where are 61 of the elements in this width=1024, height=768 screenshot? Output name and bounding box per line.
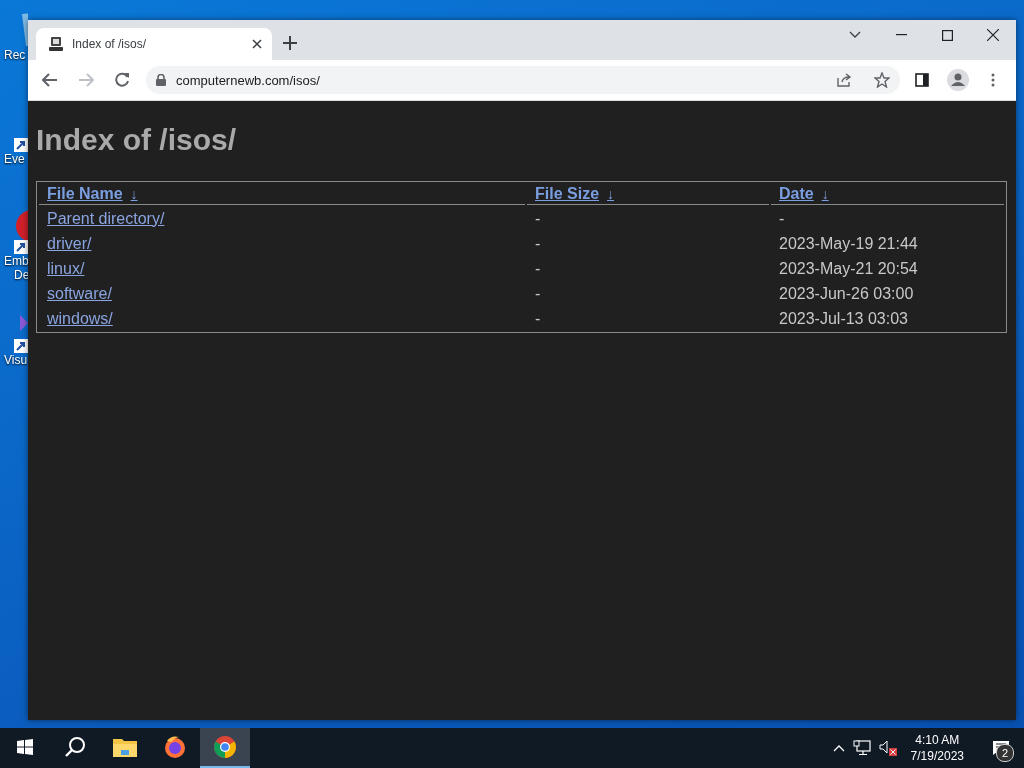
directory-link[interactable]: software/ [47, 284, 112, 302]
maximize-icon[interactable] [941, 29, 953, 41]
desktop-icon-label: De [13, 268, 30, 282]
network-icon[interactable] [852, 740, 871, 756]
page-heading: Index of /isos/ [36, 123, 238, 157]
search-icon[interactable] [64, 736, 86, 758]
reload-icon[interactable] [114, 72, 130, 88]
column-header-link[interactable]: File Name [47, 185, 123, 202]
app-shortcut-icon[interactable] [12, 315, 28, 353]
address-bar[interactable]: computernewb.com/isos/ [146, 66, 900, 94]
volume-muted-icon[interactable] [878, 740, 897, 756]
file-size: - [535, 284, 541, 302]
new-tab-icon[interactable] [283, 36, 297, 50]
back-arrow-icon[interactable] [42, 73, 58, 87]
minimize-icon[interactable] [895, 34, 907, 36]
url-text: computernewb.com/isos/ [176, 72, 321, 88]
notification-count: 2 [996, 744, 1014, 762]
firefox-icon[interactable] [163, 735, 187, 759]
column-header-link[interactable]: File Size [535, 185, 600, 202]
windows-logo-icon[interactable] [17, 739, 33, 755]
file-size: - [535, 309, 541, 327]
lock-icon [156, 74, 166, 86]
sort-link[interactable]: ↓ [821, 186, 829, 202]
profile-avatar-icon[interactable] [947, 69, 969, 91]
date-text: 7/19/2023 [910, 748, 964, 764]
modified-date: 2023-Jun-26 03:00 [779, 284, 914, 302]
column-header-link[interactable]: Date [779, 185, 814, 202]
star-icon[interactable] [874, 72, 890, 88]
desktop-icon-label: Rec [3, 48, 26, 62]
notification-button[interactable]: 2 [978, 728, 1024, 768]
sort-link[interactable]: ↓ [607, 186, 615, 202]
clock[interactable]: 4:10 AM 7/19/2023 [904, 732, 970, 764]
desktop-icon-label: Visu [3, 353, 28, 367]
side-panel-icon[interactable] [915, 73, 929, 87]
file-size: - [535, 234, 541, 252]
directory-link[interactable]: windows/ [47, 309, 113, 327]
directory-link[interactable]: linux/ [47, 259, 85, 277]
tab-title: Index of /isos/ [72, 37, 148, 51]
desktop-icon-label: Emb [3, 254, 29, 268]
computer-icon [48, 36, 64, 52]
modified-date: 2023-Jul-13 03:03 [779, 309, 908, 327]
folder-icon[interactable] [113, 737, 137, 757]
time-text: 4:10 AM [915, 732, 960, 748]
modified-date: - [779, 209, 785, 227]
directory-link[interactable]: driver/ [47, 234, 92, 252]
close-icon[interactable] [252, 39, 262, 49]
browser-tab[interactable]: Index of /isos/ [36, 28, 272, 60]
modified-date: 2023-May-19 21:44 [779, 234, 918, 252]
chevron-up-icon[interactable] [832, 744, 845, 752]
chrome-icon[interactable] [213, 735, 237, 759]
close-icon[interactable] [987, 29, 999, 41]
share-icon[interactable] [836, 72, 852, 88]
menu-icon[interactable] [991, 73, 995, 87]
sort-link[interactable]: ↓ [130, 186, 138, 202]
chevron-down-icon[interactable] [849, 31, 861, 39]
file-size: - [535, 209, 541, 227]
file-size: - [535, 259, 541, 277]
directory-link[interactable]: Parent directory/ [47, 209, 165, 227]
shortcut-icon[interactable] [14, 138, 28, 152]
desktop-icon-label: Eve [3, 152, 25, 166]
modified-date: 2023-May-21 20:54 [779, 259, 918, 277]
